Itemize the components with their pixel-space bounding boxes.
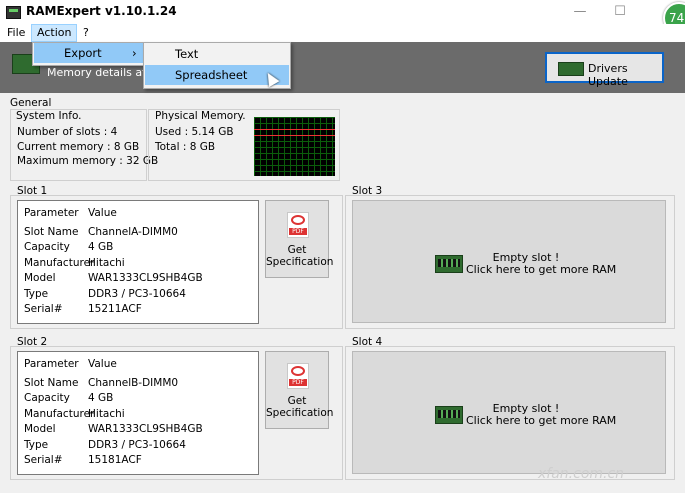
menu-bar: File Action ?	[0, 24, 685, 43]
ram-app-icon	[6, 6, 21, 19]
maximum-memory: Maximum memory : 32 GB	[17, 155, 159, 167]
table-cell: Capacity	[24, 241, 70, 253]
table-cell: Model	[24, 272, 56, 284]
table-cell: 4 GB	[88, 392, 114, 404]
table-cell: Slot Name	[24, 377, 79, 389]
table-cell: Hitachi	[88, 257, 125, 269]
slot4-empty-panel[interactable]: Empty slot ! Click here to get more RAM	[352, 351, 666, 474]
table-cell: 15181ACF	[88, 454, 142, 466]
table-cell: DDR3 / PC3-10664	[88, 288, 186, 300]
table-cell: Slot Name	[24, 226, 79, 238]
graph-line	[254, 135, 335, 136]
menu-item-export[interactable]: Export ›	[34, 43, 144, 63]
table-cell: Serial#	[24, 303, 63, 315]
maximize-button[interactable]: ☐	[600, 0, 640, 24]
slot2-get-specification-button[interactable]: PDF Get Specification	[265, 351, 334, 429]
table-cell: Manufacturer	[24, 408, 95, 420]
system-info-label: System Info.	[16, 110, 82, 122]
graph-line	[254, 129, 335, 130]
table-header: Parameter	[24, 207, 79, 219]
pdf-icon: PDF	[287, 212, 309, 238]
table-cell: ChannelB-DIMM0	[88, 377, 179, 389]
table-header: Value	[88, 207, 117, 219]
title-bar: RAMExpert v1.10.1.24 — ☐	[0, 0, 685, 24]
table-cell: Type	[24, 288, 49, 300]
window-title: RAMExpert v1.10.1.24	[26, 4, 177, 18]
get-more-ram-text: Click here to get more RAM	[466, 414, 617, 427]
memory-module-icon	[558, 62, 584, 76]
memory-module-icon	[435, 255, 463, 273]
table-cell: DDR3 / PC3-10664	[88, 439, 186, 451]
watermark-text: xfan.com.cn	[538, 466, 625, 482]
get-more-ram-text: Click here to get more RAM	[466, 263, 617, 276]
table-cell: ChannelA-DIMM0	[88, 226, 178, 238]
pdf-icon: PDF	[287, 363, 309, 389]
table-cell: Serial#	[24, 454, 63, 466]
pdf-icon-label: PDF	[289, 228, 307, 235]
action-menu: Export ›	[32, 42, 146, 66]
table-cell: 15211ACF	[88, 303, 142, 315]
slot2-table: Parameter Value Slot Name ChannelB-DIMM0…	[17, 351, 259, 475]
app-window: RAMExpert v1.10.1.24 — ☐ 74 File Action …	[0, 0, 685, 493]
menu-file[interactable]: File	[2, 25, 30, 41]
table-cell: Type	[24, 439, 49, 451]
table-cell: Manufacturer	[24, 257, 95, 269]
table-cell: 4 GB	[88, 241, 114, 253]
spec-label-line1: Get	[287, 395, 307, 407]
minimize-button[interactable]: —	[560, 0, 600, 24]
menu-help[interactable]: ?	[78, 25, 94, 41]
table-cell: Hitachi	[88, 408, 125, 420]
menu-item-text-label: Text	[175, 47, 199, 61]
drivers-update-button[interactable]: Drivers Update	[545, 52, 664, 88]
menu-item-text[interactable]: Text	[145, 44, 289, 64]
table-header: Parameter	[24, 358, 79, 370]
general-label: General	[10, 97, 52, 109]
slot3-empty-panel[interactable]: Empty slot ! Click here to get more RAM	[352, 200, 666, 323]
memory-usage-graph	[254, 117, 335, 176]
menu-action[interactable]: Action	[31, 24, 78, 42]
table-cell: Model	[24, 423, 56, 435]
used-memory: Used : 5.14 GB	[155, 126, 234, 138]
table-cell: WAR1333CL9SHB4GB	[88, 423, 203, 435]
physical-memory-label: Physical Memory.	[155, 110, 246, 122]
drivers-update-label: Drivers Update	[588, 62, 628, 88]
spec-label-line1: Get	[287, 244, 307, 256]
current-memory: Current memory : 8 GB	[17, 141, 140, 153]
table-cell: Capacity	[24, 392, 70, 404]
slot1-get-specification-button[interactable]: PDF Get Specification	[265, 200, 334, 278]
total-memory: Total : 8 GB	[155, 141, 216, 153]
spec-label-line2: Specification	[266, 407, 334, 419]
spec-label-line2: Specification	[266, 256, 334, 268]
submenu-arrow-icon: ›	[132, 46, 137, 60]
menu-item-export-label: Export	[64, 46, 102, 60]
slot1-table: Parameter Value Slot Name ChannelA-DIMM0…	[17, 200, 259, 324]
menu-item-spreadsheet-label: Spreadsheet	[175, 68, 248, 82]
memory-module-icon	[435, 406, 463, 424]
table-header: Value	[88, 358, 117, 370]
pdf-icon-label: PDF	[289, 379, 307, 386]
table-cell: WAR1333CL9SHB4GB	[88, 272, 203, 284]
slots-count: Number of slots : 4	[17, 126, 118, 138]
